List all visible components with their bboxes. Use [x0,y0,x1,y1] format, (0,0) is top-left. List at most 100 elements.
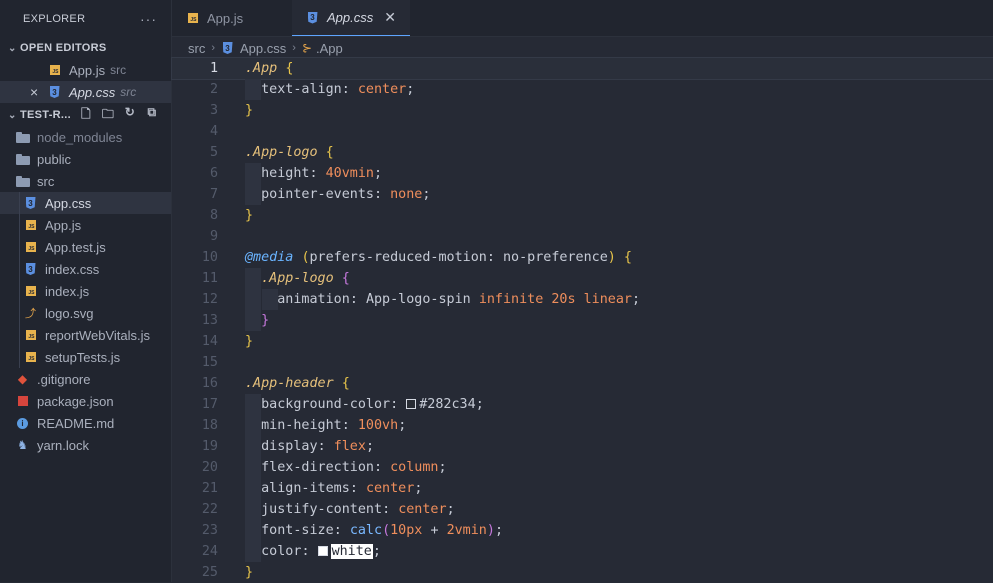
code-line[interactable]: 21 align-items: center; [172,478,993,499]
code-line[interactable]: 25} [172,562,993,583]
tree-item-readme[interactable]: i README.md [0,412,171,434]
color-swatch[interactable] [317,546,328,556]
new-file-icon[interactable]: 🗋 [79,105,93,126]
npm-icon [16,395,29,408]
collapse-all-icon[interactable]: ⧉ [145,105,159,126]
tree-item-app-css[interactable]: 3 App.css [0,192,171,214]
tree-item-package-json[interactable]: package.json [0,390,171,412]
code-line[interactable]: 1 .App { [171,57,993,80]
line-number: 12 [201,292,218,307]
tree-item-public[interactable]: public [0,148,171,170]
symbol-class-icon: ⊱ [301,41,312,55]
code-line[interactable]: 10 @media (prefers-reduced-motion: no-pre… [172,247,993,268]
tree-item-index-js[interactable]: JS index.js [0,280,171,302]
new-folder-icon[interactable]: 🗀 [101,105,115,126]
tab-label: App.js [207,10,244,26]
open-editor-item-app-css[interactable]: × 3 App.css src [0,81,171,103]
chevron-right-icon: › [292,42,296,54]
tree-item-node-modules[interactable]: node_modules [0,126,171,148]
code-text: height: 40vmin; [261,166,383,181]
node-folder-icon [16,131,30,144]
svg-file-icon: ⤴ [25,308,36,320]
code-line[interactable]: 18 min-height: 100vh; [172,415,993,436]
code-text: background-color: #282c34; [261,397,484,412]
yarn-icon: ♞ [17,438,28,452]
code-line[interactable]: 14} [172,331,993,352]
code-line[interactable]: 16 .App-header { [172,373,993,394]
line-number: 18 [201,418,218,433]
explorer-title: EXPLORER [23,12,86,25]
code-line[interactable]: 19 display: flex; [172,436,993,457]
tree-item-app-test-js[interactable]: JS App.test.js [0,236,171,258]
js-file-icon: JS [48,64,61,77]
code-line[interactable]: 5 .App-logo { [172,142,993,163]
tree-item-label: App.js [45,217,82,233]
tree-item-yarn-lock[interactable]: ♞ yarn.lock [0,434,171,456]
tab-app-js[interactable]: JS App.js [172,0,292,36]
breadcrumb-file[interactable]: App.css [240,41,286,56]
code-line[interactable]: 4 [172,121,993,142]
explorer-sidebar: EXPLORER ··· ⌄ OPEN EDITORS JS App.js sr… [0,0,172,582]
code-text: } [261,313,270,328]
breadcrumb-symbol[interactable]: .App [316,41,343,56]
tree-item-label: App.test.js [45,239,106,255]
code-line[interactable]: 12 animation: App-logo-spin infinite 20s… [172,289,993,310]
close-tab-icon[interactable]: ✕ [384,9,396,26]
folder-icon [16,153,30,166]
tab-bar: JS App.js 3 App.css ✕ [172,0,993,37]
code-line[interactable]: 23 font-size: calc(10px + 2vmin); [172,520,993,541]
indent-guide [19,324,20,346]
line-number: 21 [201,481,218,496]
tree-item-label: public [37,151,71,167]
close-icon[interactable]: × [30,84,48,100]
tree-item-gitignore[interactable]: ◆ .gitignore [0,368,171,390]
tree-item-label: README.md [37,415,115,431]
code-line[interactable]: 15 [172,352,993,373]
open-editor-item-app-js[interactable]: JS App.js src [0,59,171,81]
project-section[interactable]: ⌄ TEST-R... 🗋 🗀 ↻ ⧉ [0,104,171,126]
code-line[interactable]: 7 pointer-events: none; [172,184,993,205]
line-number: 15 [201,355,218,370]
open-editor-desc: src [120,85,137,99]
code-line[interactable]: 8} [172,205,993,226]
refresh-icon[interactable]: ↻ [123,105,137,126]
indent-guide [19,346,20,368]
code-line[interactable]: 13 } [172,310,993,331]
code-text: } [245,565,254,580]
code-line[interactable]: 11 .App-logo { [172,268,993,289]
tree-item-logo-svg[interactable]: ⤴ logo.svg [0,302,171,324]
tree-item-app-js[interactable]: JS App.js [0,214,171,236]
more-actions-icon[interactable]: ··· [140,11,157,27]
line-number: 17 [201,397,218,412]
tree-item-setup-tests[interactable]: JS setupTests.js [0,346,171,368]
chevron-down-icon: ⌄ [8,42,17,54]
line-number: 13 [201,313,218,328]
tab-app-css[interactable]: 3 App.css ✕ [292,0,410,36]
tree-item-report-web-vitals[interactable]: JS reportWebVitals.js [0,324,171,346]
open-editors-title: OPEN EDITORS [20,42,107,54]
code-line[interactable]: 2 text-align: center; [172,79,993,100]
line-number: 6 [209,166,218,181]
tree-item-index-css[interactable]: 3 index.css [0,258,171,280]
code-editor[interactable]: 1 .App {2 text-align: center; 3} 4 5 .App-log… [171,57,993,583]
code-line[interactable]: 17 background-color: #282c34; [172,394,993,415]
code-text: font-size: calc(10px + 2vmin); [261,523,503,538]
code-text: text-align: center; [261,82,415,97]
css-file-icon: 3 [24,197,37,210]
code-text: .App { [245,61,294,76]
breadcrumb-folder[interactable]: src [188,41,205,56]
code-line[interactable]: 9 [172,226,993,247]
line-number: 2 [209,82,218,97]
open-editors-section[interactable]: ⌄ OPEN EDITORS [0,37,171,59]
code-line[interactable]: 6 height: 40vmin; [172,163,993,184]
code-line[interactable]: 3} [172,100,993,121]
code-line[interactable]: 24 color: white; [172,541,993,562]
code-line[interactable]: 22 justify-content: center; [172,499,993,520]
js-file-icon: JS [24,219,37,232]
color-swatch[interactable] [406,399,417,409]
tree-item-src[interactable]: src [0,170,171,192]
tree-item-label: reportWebVitals.js [45,327,151,343]
css-file-icon: 3 [48,86,61,99]
code-line[interactable]: 20 flex-direction: column; [172,457,993,478]
breadcrumb: src › 3 App.css › ⊱ .App [172,37,993,59]
